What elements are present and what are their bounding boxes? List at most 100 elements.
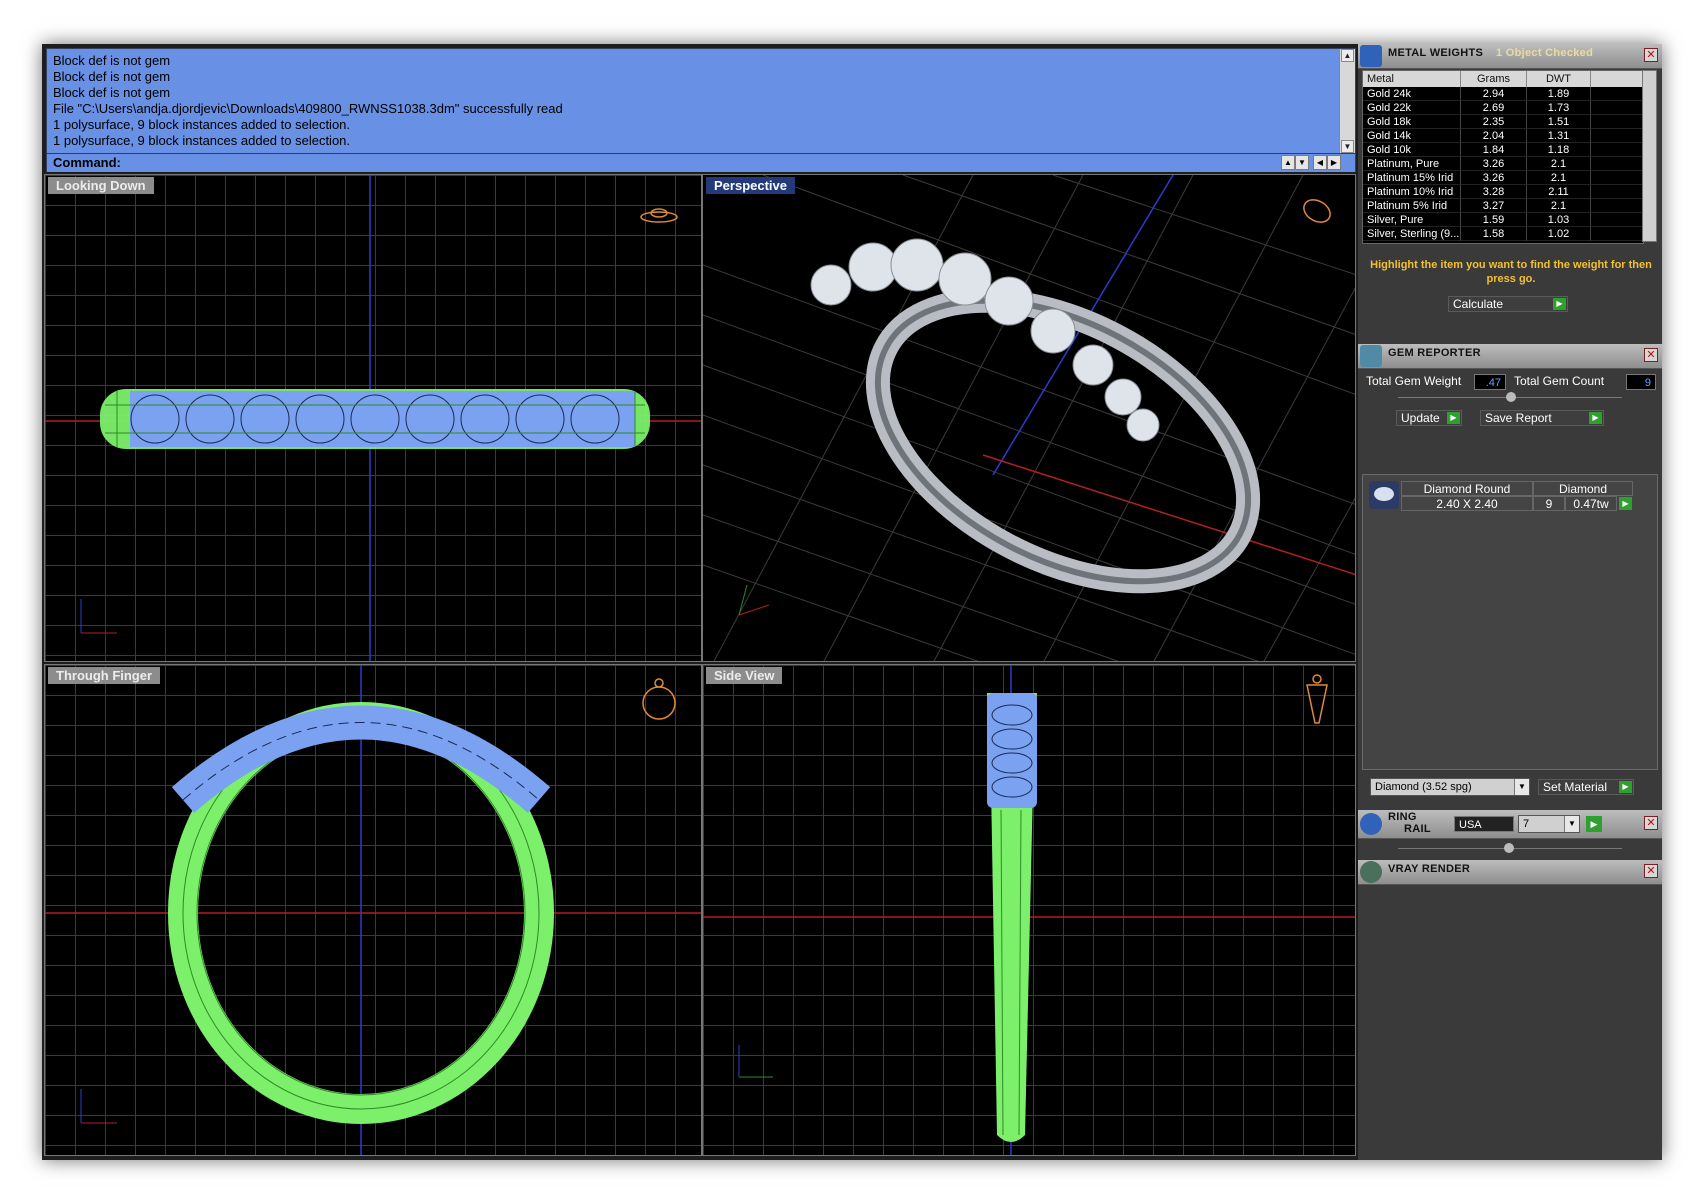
table-header: Metal Grams DWT (1363, 71, 1643, 87)
scroll-right-icon[interactable]: ▶ (1327, 155, 1341, 170)
empty-cell (1591, 143, 1643, 157)
table-row[interactable]: Platinum 10% Irid 3.28 2.11 (1363, 185, 1643, 199)
command-line: Block def is not gem (53, 69, 171, 84)
dwt-cell: 1.03 (1527, 213, 1591, 227)
dwt-cell: 1.73 (1527, 101, 1591, 115)
chevron-down-icon[interactable]: ▼ (1514, 779, 1529, 795)
ring-slider-thumb[interactable] (1504, 843, 1514, 853)
chevron-down-icon[interactable]: ▼ (1564, 816, 1579, 832)
command-history[interactable]: Block def is not gem Block def is not ge… (46, 48, 1356, 172)
ring-nav-icon (1303, 199, 1331, 223)
ring-rail-title-2: RAIL (1404, 823, 1431, 835)
material-dropdown[interactable]: Diamond (3.52 spg) ▼ (1370, 778, 1530, 796)
command-scrollbar[interactable]: ▲ ▼ (1339, 49, 1355, 153)
grams-cell: 3.26 (1461, 157, 1527, 171)
through-finger-canvas (45, 665, 701, 1155)
metal-cell: Platinum 15% Irid (1363, 171, 1461, 185)
viewport-perspective[interactable]: Perspective (702, 174, 1356, 662)
table-row[interactable]: Gold 18k 2.35 1.51 (1363, 115, 1643, 129)
viewport-side-view[interactable]: Side View (702, 664, 1356, 1156)
objects-checked-status: 1 Object Checked (1496, 47, 1594, 59)
slider-thumb[interactable] (1506, 392, 1516, 402)
gem-list[interactable]: Diamond Round Diamond 2.40 X 2.40 9 0.47… (1362, 474, 1658, 770)
grams-cell: 3.28 (1461, 185, 1527, 199)
scroll-left-icon[interactable]: ◀ (1313, 155, 1327, 170)
scroll-down-icon[interactable]: ▼ (1341, 140, 1354, 153)
table-row[interactable]: Gold 10k 1.84 1.18 (1363, 143, 1643, 157)
close-icon[interactable]: ✕ (1644, 816, 1658, 830)
app-window: Block def is not gem Block def is not ge… (42, 44, 1662, 1160)
metal-cell: Platinum 5% Irid (1363, 199, 1461, 213)
total-gem-weight-field[interactable]: .47 (1474, 374, 1506, 390)
gem-go-icon[interactable]: ▶ (1619, 497, 1632, 510)
ring-size-dropdown[interactable]: 7 ▼ (1518, 815, 1580, 833)
spin-up-icon[interactable]: ▲ (1281, 155, 1295, 170)
ring-nav-icon (642, 678, 676, 720)
gem-reporter-header[interactable]: GEM REPORTER ✕ (1358, 344, 1662, 369)
viewport-looking-down[interactable]: Looking Down (44, 174, 702, 662)
close-icon[interactable]: ✕ (1644, 864, 1658, 878)
ring-rail-header[interactable]: RING RAIL USA 7 ▼ ▶ ✕ (1358, 810, 1662, 839)
viewport-title[interactable]: Perspective (706, 177, 795, 194)
axis-gizmo (80, 599, 117, 634)
go-arrow-icon[interactable]: ▶ (1619, 781, 1632, 793)
metal-cell: Gold 10k (1363, 143, 1461, 157)
empty-cell (1591, 213, 1643, 227)
metal-weights-scrollbar[interactable] (1642, 70, 1657, 242)
dwt-cell: 2.11 (1527, 185, 1591, 199)
close-icon[interactable]: ✕ (1644, 48, 1658, 62)
scroll-up-icon[interactable]: ▲ (1341, 49, 1354, 62)
gem-type-cell: Diamond (1533, 481, 1633, 496)
ring-region-field[interactable]: USA (1454, 816, 1514, 832)
metal-weights-table[interactable]: Metal Grams DWT Gold 24k 2.94 1.89 Gold 22… (1362, 70, 1644, 244)
column-header[interactable]: DWT (1527, 71, 1591, 87)
grams-cell: 1.58 (1461, 227, 1527, 241)
table-row[interactable]: Gold 24k 2.94 1.89 (1363, 87, 1643, 101)
viewport-title[interactable]: Looking Down (48, 177, 154, 194)
column-header-empty (1591, 71, 1643, 87)
dwt-cell: 2.1 (1527, 157, 1591, 171)
update-button[interactable]: Update ▶ (1396, 410, 1462, 426)
table-row[interactable]: Platinum, Pure 3.26 2.1 (1363, 157, 1643, 171)
table-row[interactable]: Gold 22k 2.69 1.73 (1363, 101, 1643, 115)
looking-down-canvas (45, 175, 701, 661)
go-arrow-icon[interactable]: ▶ (1589, 412, 1602, 424)
table-row[interactable]: Platinum 15% Irid 3.26 2.1 (1363, 171, 1643, 185)
ring-rail-icon (1360, 813, 1382, 835)
command-prompt[interactable]: Command: ▲ ▼ ◀ ▶ (47, 153, 1355, 172)
side-view-canvas (703, 665, 1355, 1155)
viewport-title[interactable]: Through Finger (48, 667, 161, 684)
update-label: Update (1401, 411, 1440, 425)
metal-weights-header[interactable]: METAL WEIGHTS 1 Object Checked ✕ (1358, 44, 1662, 69)
grams-cell: 3.26 (1461, 171, 1527, 185)
vray-render-header[interactable]: VRAY RENDER ✕ (1358, 860, 1662, 885)
table-row[interactable]: Silver, Sterling (9... 1.58 1.02 (1363, 227, 1643, 241)
column-header[interactable]: Metal (1363, 71, 1461, 87)
metal-weights-hint: Highlight the item you want to find the … (1370, 259, 1652, 285)
save-report-button[interactable]: Save Report ▶ (1480, 410, 1604, 426)
ring-size-value: 7 (1523, 818, 1530, 830)
go-arrow-icon[interactable]: ▶ (1586, 816, 1602, 832)
ring-nav-icon (1306, 674, 1328, 724)
gem-count-cell: 9 (1533, 496, 1565, 511)
table-row[interactable]: Silver, Pure 1.59 1.03 (1363, 213, 1643, 227)
metal-cell: Gold 18k (1363, 115, 1461, 129)
command-line: Block def is not gem (53, 85, 171, 100)
axis-gizmo (738, 1045, 773, 1078)
spin-down-icon[interactable]: ▼ (1295, 155, 1309, 170)
table-row[interactable]: Gold 14k 2.04 1.31 (1363, 129, 1643, 143)
metal-cell: Platinum, Pure (1363, 157, 1461, 171)
metal-weights-title: METAL WEIGHTS (1388, 47, 1484, 59)
dwt-cell: 1.18 (1527, 143, 1591, 157)
viewport-title[interactable]: Side View (706, 667, 783, 684)
table-row[interactable]: Platinum 5% Irid 3.27 2.1 (1363, 199, 1643, 213)
column-header[interactable]: Grams (1461, 71, 1527, 87)
close-icon[interactable]: ✕ (1644, 348, 1658, 362)
viewport-through-finger[interactable]: Through Finger (44, 664, 702, 1156)
total-gem-count-field[interactable]: 9 (1626, 374, 1656, 390)
go-arrow-icon[interactable]: ▶ (1553, 298, 1566, 310)
go-arrow-icon[interactable]: ▶ (1447, 412, 1460, 424)
calculate-button[interactable]: Calculate ▶ (1448, 296, 1568, 312)
set-material-button[interactable]: Set Material ▶ (1538, 779, 1634, 795)
vray-icon (1360, 861, 1382, 883)
